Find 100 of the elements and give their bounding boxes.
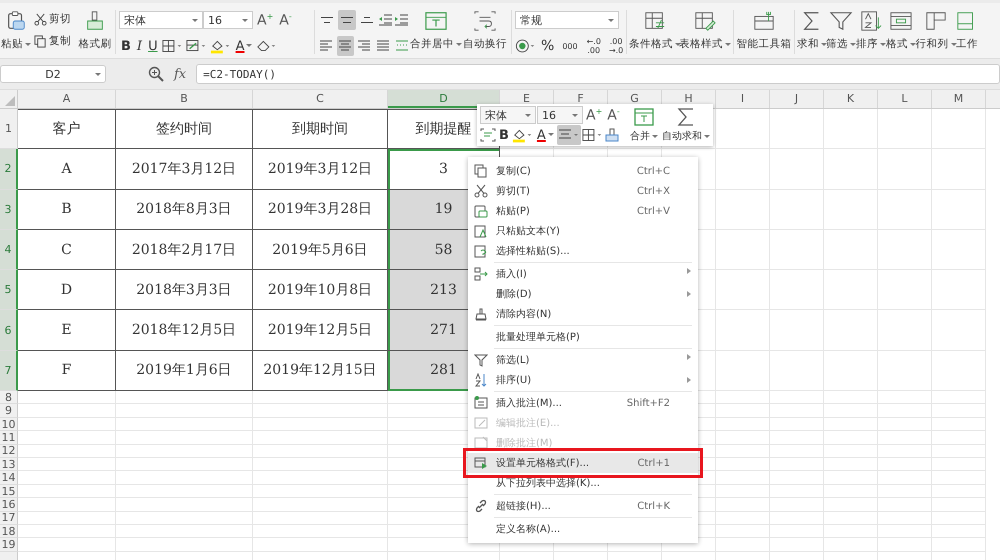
empty-cell (932, 512, 986, 525)
bold-button[interactable]: B (497, 128, 511, 142)
empty-cell (878, 484, 932, 498)
row-header[interactable]: 11 (0, 431, 18, 445)
column-header[interactable]: K (824, 90, 878, 108)
row-header[interactable]: 6 (0, 310, 18, 351)
increase-indent-icon[interactable] (394, 14, 408, 26)
underline-button[interactable]: U (146, 38, 160, 54)
column-header[interactable]: L (878, 90, 932, 108)
empty-cell (716, 230, 770, 270)
ribbon-tool-button[interactable]: 工作 (956, 10, 978, 51)
row-header[interactable]: 18 (0, 524, 18, 538)
vertical-align-button[interactable] (338, 10, 356, 30)
empty-cell (824, 431, 878, 445)
increase-font-button[interactable]: A$^{+}$ (584, 106, 604, 124)
font-name-select[interactable]: 宋体 (119, 11, 203, 29)
row-header[interactable]: 8 (0, 391, 18, 404)
row-header[interactable]: 14 (0, 471, 18, 485)
row-header[interactable]: 1 (0, 109, 18, 150)
auto-sum-button[interactable]: 自动求和 (660, 107, 712, 143)
font-size-select[interactable]: 16 (537, 106, 583, 124)
row-header[interactable]: 4 (0, 230, 18, 270)
zoom-icon[interactable] (148, 66, 164, 82)
formula-field[interactable]: =C2-TODAY() (196, 64, 1000, 84)
number-format-select[interactable]: 常规 (515, 11, 619, 29)
wrap-text-button[interactable]: 自动换行 (462, 10, 508, 51)
ribbon-tool-button[interactable]: 筛选 (826, 10, 856, 51)
increase-font-button[interactable]: A$^{+}$ (255, 12, 276, 28)
empty-cell (716, 458, 770, 472)
row-header[interactable]: 10 (0, 418, 18, 432)
font-color-button[interactable]: A (234, 38, 254, 54)
ribbon-tool-button[interactable]: 条件格式 (630, 10, 680, 51)
table-cell: F (18, 350, 116, 392)
copy-button[interactable]: 复制 (34, 34, 76, 48)
column-header[interactable]: A (18, 90, 116, 108)
column-header[interactable]: M (932, 90, 986, 108)
row-header[interactable]: 12 (0, 444, 18, 458)
row-header[interactable]: 16 (0, 498, 18, 512)
align-icon (360, 17, 374, 23)
ribbon-tool-button[interactable]: 格式 (886, 10, 916, 51)
percent-button[interactable]: % (539, 38, 556, 54)
merge-button[interactable]: 合并 (628, 107, 660, 143)
empty-cell (932, 484, 986, 498)
font-name-select[interactable]: 宋体 (480, 106, 536, 124)
column-header[interactable]: B (116, 90, 253, 108)
menu-item[interactable]: 从下拉列表中选择(K)... (468, 473, 698, 493)
caret-icon (675, 42, 681, 46)
decrease-font-button[interactable]: A$^{-}$ (605, 106, 622, 124)
row-header[interactable]: 15 (0, 484, 18, 498)
font-color-button[interactable]: A (534, 128, 556, 142)
italic-button[interactable]: I (134, 38, 144, 54)
ribbon-tool-button[interactable]: 行和列 (916, 10, 956, 51)
wrap-text-icon[interactable] (480, 128, 496, 142)
ribbon-tool-button[interactable]: 智能工具箱 (737, 10, 791, 51)
paste-button[interactable]: 粘贴 (0, 10, 32, 51)
font-size-select[interactable]: 16 (203, 11, 253, 29)
thousands-button[interactable]: 000 (560, 42, 580, 50)
cell-style-button[interactable] (186, 39, 208, 53)
row-header[interactable]: 7 (0, 350, 18, 392)
fill-color-button[interactable] (210, 38, 232, 54)
fill-color-button[interactable] (512, 128, 534, 142)
align-button[interactable] (556, 125, 581, 145)
menu-item[interactable]: 设置单元格格式(F)... Ctrl+1 (468, 453, 698, 473)
column-header[interactable]: J (770, 90, 824, 108)
currency-button[interactable] (515, 38, 537, 54)
row-header[interactable]: 3 (0, 190, 18, 230)
empty-cell (770, 524, 824, 538)
empty-cell (932, 270, 986, 310)
cut-button[interactable]: 剪切 (34, 12, 76, 26)
brush-icon[interactable] (604, 128, 619, 142)
ribbon-tool-button[interactable]: 求和 (798, 10, 826, 51)
name-box[interactable]: D2 (0, 65, 106, 83)
decrease-font-button[interactable]: A$^{-}$ (277, 12, 294, 28)
decrease-indent-icon[interactable] (378, 14, 392, 26)
caret-icon (880, 42, 886, 46)
format-painter-button[interactable]: 格式刷 (78, 10, 112, 51)
row-header[interactable]: 13 (0, 458, 18, 472)
decrease-decimal-button[interactable]: .00 →.0 (606, 37, 626, 55)
row-header[interactable]: 9 (0, 404, 18, 418)
table-cell: E (18, 310, 116, 351)
empty-cell (716, 498, 770, 512)
empty-cell (770, 350, 824, 392)
merge-center-button[interactable]: 合并居中 (410, 10, 462, 51)
empty-cell (878, 418, 932, 432)
row-header[interactable]: 19 (0, 538, 18, 552)
horizontal-align-button[interactable] (336, 36, 354, 56)
empty-cell (878, 538, 932, 552)
ribbon-tool-button[interactable]: 排序 (856, 10, 886, 51)
borders-button[interactable] (162, 39, 184, 53)
function-button[interactable]: fx (174, 66, 186, 82)
column-header[interactable]: I (716, 90, 770, 108)
row-header[interactable]: 2 (0, 149, 18, 190)
column-header[interactable]: D (388, 90, 500, 108)
empty-cell (716, 149, 770, 190)
row-header[interactable]: 17 (0, 512, 18, 525)
borders-button[interactable] (582, 128, 604, 142)
increase-decimal-button[interactable]: ←.0 .00 (584, 37, 603, 55)
row-header[interactable]: 5 (0, 270, 18, 310)
bold-button[interactable]: B (119, 38, 133, 54)
empty-cell (770, 498, 824, 512)
